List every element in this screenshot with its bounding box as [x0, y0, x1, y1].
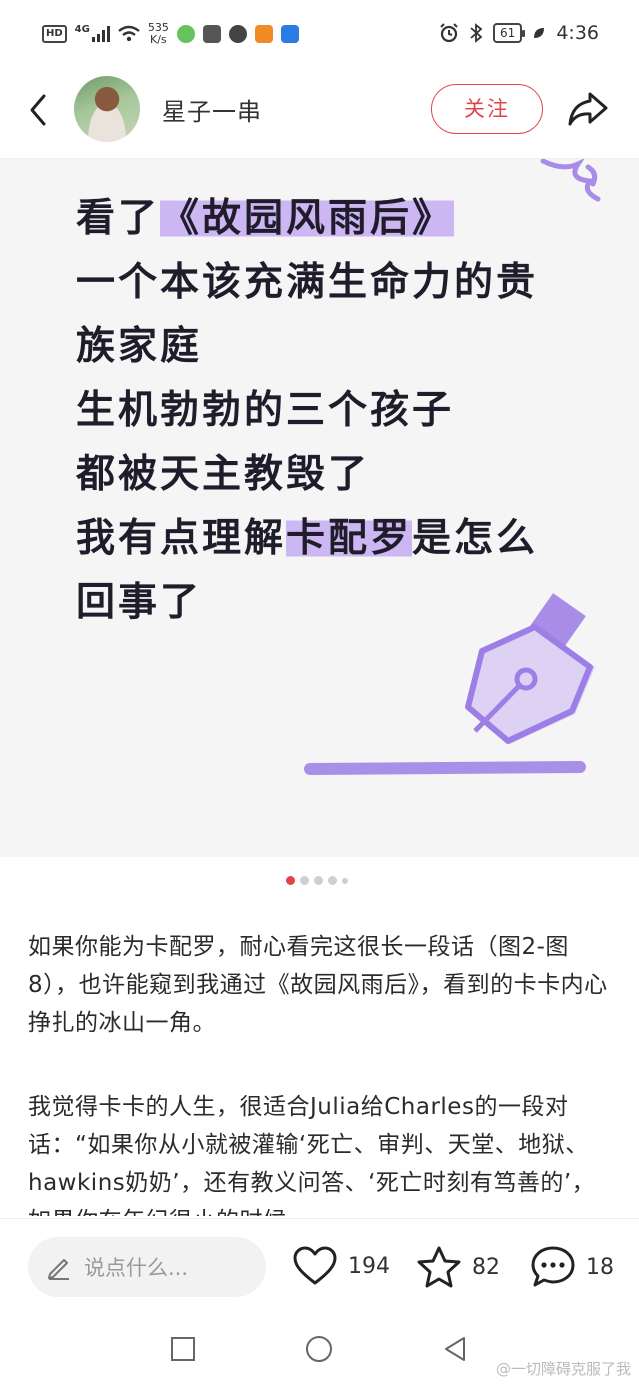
- doodle-decoration: [540, 159, 601, 202]
- post-paragraph-1: 如果你能为卡配罗，耐心看完这很长一段话（图2-图8），也许能窥到我通过《故园风雨…: [28, 934, 608, 1036]
- hd-badge: HD: [42, 25, 67, 43]
- back-triangle-icon[interactable]: [440, 1334, 470, 1364]
- pencil-icon: [48, 1259, 69, 1280]
- network-gen: 4G: [74, 23, 90, 35]
- app-notification-icon: [176, 25, 195, 43]
- author-name[interactable]: 星子一串: [162, 92, 262, 127]
- heart-icon: [293, 1246, 337, 1285]
- battery-indicator: 61: [493, 23, 526, 43]
- leaf-icon: [534, 28, 545, 38]
- bottom-action-bar: 说点什么... 194 82 18: [0, 1218, 639, 1315]
- carousel-dot: [286, 876, 295, 885]
- comment-input[interactable]: 说点什么...: [28, 1237, 266, 1297]
- like-button[interactable]: 194: [292, 1245, 390, 1287]
- post-header: 星子一串 关注: [0, 72, 639, 159]
- headline-line-4: 生机勃勃的三个孩子: [76, 388, 455, 433]
- status-bar: HD 4G 535 K/s 61 4:36: [0, 0, 639, 72]
- follow-button[interactable]: 关注: [431, 84, 543, 134]
- watermark: @一切障碍克服了我: [495, 1360, 631, 1378]
- comment-button[interactable]: 18: [530, 1245, 614, 1289]
- carousel-dot: [314, 876, 323, 885]
- share-icon[interactable]: [566, 88, 610, 128]
- bluetooth-icon: [470, 23, 483, 43]
- headline-line-6: 我有点理解卡配罗是怎么: [76, 516, 539, 561]
- headline-line-3: 族家庭: [76, 324, 203, 369]
- post-paragraph-2: 我觉得卡卡的人生，很适合Julia给Charles的一段对话：“如果你从小就被灌…: [28, 1094, 596, 1216]
- alarm-icon: [440, 23, 458, 43]
- back-arrow-icon[interactable]: [24, 90, 54, 130]
- app-blue-icon: [280, 25, 299, 43]
- headline-line-1: 看了《故园风雨后》: [76, 196, 455, 241]
- fountain-pen-icon: [304, 593, 595, 775]
- comment-count: 18: [586, 1254, 614, 1280]
- carousel-dot: [342, 877, 348, 884]
- wechat-icon: [228, 25, 247, 43]
- app-orange-icon: [254, 25, 273, 43]
- headline-line-5: 都被天主教毁了: [76, 452, 371, 497]
- carousel-dot: [300, 876, 309, 885]
- signal-icon: [91, 26, 110, 42]
- favorite-count: 82: [472, 1254, 500, 1280]
- headline-line-2: 一个本该充满生命力的贵: [76, 260, 539, 305]
- recents-square-icon[interactable]: [168, 1334, 198, 1364]
- favorite-button[interactable]: 82: [416, 1245, 500, 1289]
- headline-line-7: 回事了: [76, 580, 203, 625]
- wifi-icon: [118, 25, 140, 42]
- author-avatar[interactable]: [74, 76, 140, 142]
- clock: 4:36: [556, 22, 599, 44]
- net-speed: 535 K/s: [147, 21, 169, 46]
- carousel-indicator: [286, 876, 348, 885]
- post-image[interactable]: 看了《故园风雨后》 一个本该充满生命力的贵 族家庭 生机勃勃的三个孩子 都被天主…: [0, 159, 639, 857]
- comment-placeholder: 说点什么...: [84, 1256, 189, 1280]
- star-icon: [417, 1246, 461, 1288]
- like-count: 194: [348, 1253, 390, 1279]
- comment-bubble-icon: [531, 1246, 575, 1287]
- mail-notification-icon: [202, 25, 221, 43]
- home-circle-icon[interactable]: [304, 1334, 334, 1364]
- carousel-dot: [328, 876, 337, 885]
